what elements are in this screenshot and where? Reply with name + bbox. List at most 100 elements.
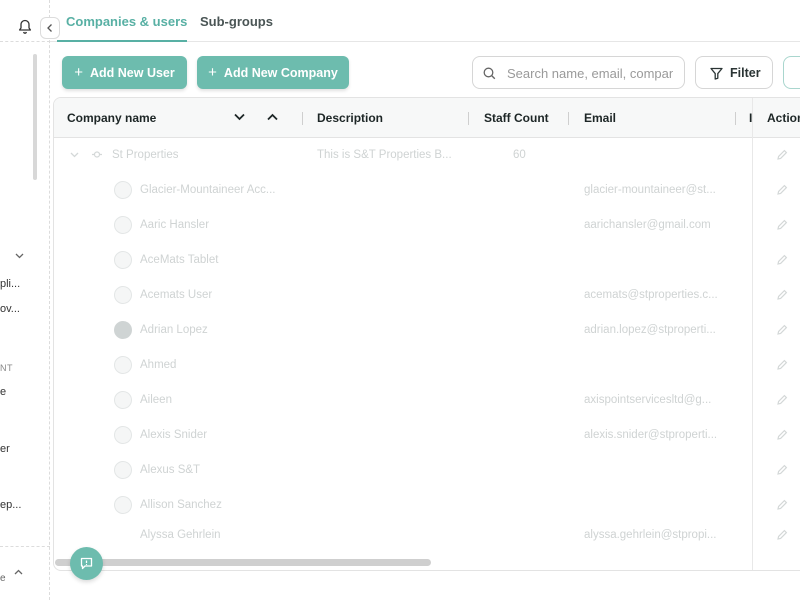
chevron-down-icon[interactable] xyxy=(15,253,24,259)
avatar xyxy=(114,426,132,444)
user-email: alexis.snider@stproperti... xyxy=(584,429,718,441)
column-header-description[interactable]: Description xyxy=(317,111,383,125)
add-new-company-label: Add New Company xyxy=(223,65,338,80)
table-row[interactable]: Alexis Snider alexis.snider@stproperti..… xyxy=(54,418,800,453)
company-staff-count: 60 xyxy=(513,149,526,161)
table-row[interactable]: Alyssa Gehrlein alyssa.gehrlein@stpropi.… xyxy=(54,522,800,557)
table-row[interactable]: Ahmed xyxy=(54,348,800,383)
user-name: Adrian Lopez xyxy=(140,324,208,336)
chat-button[interactable] xyxy=(70,547,103,580)
column-header-actions: Actions xyxy=(767,111,800,125)
user-email: axispointservicesltd@g... xyxy=(584,394,712,406)
filter-label: Filter xyxy=(730,66,761,80)
sort-ascending-icon[interactable] xyxy=(267,113,278,121)
column-resize-handle[interactable] xyxy=(735,112,736,125)
sidebar-item-label[interactable]: e xyxy=(0,386,6,398)
user-name: Allison Sanchez xyxy=(140,499,222,511)
edit-icon[interactable] xyxy=(776,184,788,196)
edit-icon[interactable] xyxy=(776,324,788,336)
sidebar-divider xyxy=(0,546,50,547)
user-name: Aileen xyxy=(140,394,172,406)
column-header-staff-count[interactable]: Staff Count xyxy=(484,111,549,125)
edit-icon[interactable] xyxy=(776,394,788,406)
user-email: acemats@stproperties.c... xyxy=(584,289,718,301)
tab-sub-groups[interactable]: Sub-groups xyxy=(200,14,273,29)
sidebar-item-label[interactable]: er xyxy=(0,443,10,455)
avatar xyxy=(114,496,132,514)
edit-icon[interactable] xyxy=(776,429,788,441)
user-email: aarichansler@gmail.com xyxy=(584,219,711,231)
edit-icon[interactable] xyxy=(776,529,788,541)
sidebar-item-label[interactable]: ov... xyxy=(0,303,20,315)
user-name: Alyssa Gehrlein xyxy=(140,529,221,541)
chevron-left-icon xyxy=(47,24,52,32)
company-name: St Properties xyxy=(112,149,179,161)
plus-icon: + xyxy=(208,64,217,81)
add-new-user-label: Add New User xyxy=(90,65,175,80)
table-row-company[interactable]: St Properties This is S&T Properties B..… xyxy=(54,138,800,173)
user-name: Acemats User xyxy=(140,289,213,301)
user-name: Ahmed xyxy=(140,359,177,371)
toolbar-extra-button[interactable] xyxy=(783,56,800,89)
company-icon xyxy=(92,151,102,158)
avatar xyxy=(114,356,132,374)
column-resize-handle[interactable] xyxy=(302,112,303,125)
company-description: This is S&T Properties B... xyxy=(317,149,452,161)
table-row[interactable]: Aaric Hansler aarichansler@gmail.com xyxy=(54,208,800,243)
table-row[interactable]: Alexus S&T xyxy=(54,453,800,488)
search-placeholder: Search name, email, company xyxy=(507,66,673,81)
avatar xyxy=(114,391,132,409)
sort-descending-icon[interactable] xyxy=(234,113,245,121)
search-input[interactable]: Search name, email, company xyxy=(472,56,685,89)
user-name: Alexis Snider xyxy=(140,429,208,441)
horizontal-scrollbar[interactable] xyxy=(55,559,431,566)
column-resize-handle[interactable] xyxy=(468,112,469,125)
chevron-down-icon[interactable] xyxy=(70,152,79,158)
edit-icon[interactable] xyxy=(776,289,788,301)
plus-icon: + xyxy=(74,64,83,81)
column-header-company-name[interactable]: Company name xyxy=(67,111,156,125)
user-email: glacier-mountaineer@st... xyxy=(584,184,716,196)
table-row[interactable]: Aileen axispointservicesltd@g... xyxy=(54,383,800,418)
user-name: AceMats Tablet xyxy=(140,254,219,266)
avatar xyxy=(114,461,132,479)
edit-icon[interactable] xyxy=(776,149,788,161)
sidebar-section-label: NT xyxy=(0,363,13,373)
avatar xyxy=(114,286,132,304)
collapse-sidebar-button[interactable] xyxy=(40,17,60,39)
sidebar-scrollbar[interactable] xyxy=(33,54,37,180)
table-header: Company name Description Staff Count Ema… xyxy=(54,98,800,138)
edit-icon[interactable] xyxy=(776,254,788,266)
table-row[interactable]: Glacier-Mountaineer Acc... glacier-mount… xyxy=(54,173,800,208)
edit-icon[interactable] xyxy=(776,464,788,476)
user-name: Glacier-Mountaineer Acc... xyxy=(140,184,276,196)
table-row[interactable]: Acemats User acemats@stproperties.c... xyxy=(54,278,800,313)
search-icon xyxy=(483,67,496,80)
table-row[interactable]: AceMats Tablet xyxy=(54,243,800,278)
edit-icon[interactable] xyxy=(776,499,788,511)
add-new-company-button[interactable]: + Add New Company xyxy=(197,56,349,89)
avatar xyxy=(114,321,132,339)
companies-users-table: Company name Description Staff Count Ema… xyxy=(53,97,800,571)
table-row[interactable]: Allison Sanchez xyxy=(54,488,800,523)
avatar xyxy=(114,216,132,234)
column-resize-handle[interactable] xyxy=(568,112,569,125)
sidebar-item-label[interactable]: ep... xyxy=(0,499,21,511)
filter-icon xyxy=(710,67,723,80)
edit-icon[interactable] xyxy=(776,219,788,231)
add-new-user-button[interactable]: + Add New User xyxy=(62,56,187,89)
bell-icon[interactable] xyxy=(18,19,32,35)
chevron-up-icon[interactable] xyxy=(14,569,23,575)
sidebar-footer-label[interactable]: e xyxy=(0,573,6,584)
column-header-email[interactable]: Email xyxy=(584,111,616,125)
filter-button[interactable]: Filter xyxy=(695,56,773,89)
edit-icon[interactable] xyxy=(776,359,788,371)
sidebar-item-label[interactable]: pli... xyxy=(0,278,20,290)
sidebar: pli... ov... NT e er ep... e xyxy=(0,0,50,600)
user-email: adrian.lopez@stproperti... xyxy=(584,324,716,336)
tab-companies-users[interactable]: Companies & users xyxy=(66,14,187,29)
user-email: alyssa.gehrlein@stpropi... xyxy=(584,529,717,541)
avatar xyxy=(114,181,132,199)
avatar xyxy=(114,251,132,269)
table-row[interactable]: Adrian Lopez adrian.lopez@stproperti... xyxy=(54,313,800,348)
